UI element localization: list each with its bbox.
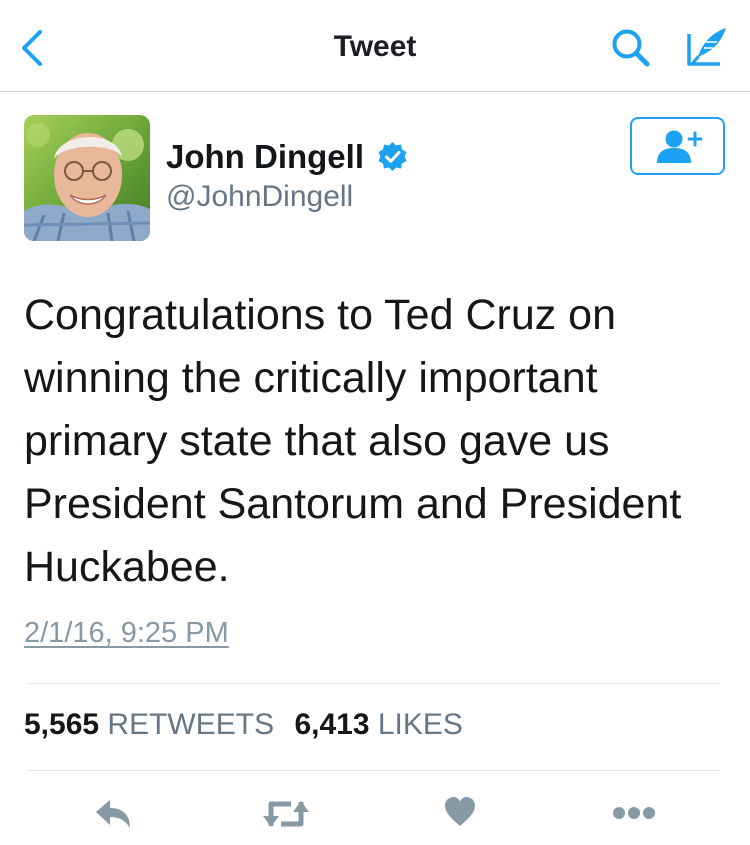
divider-bottom — [28, 770, 720, 771]
profile-photo — [24, 115, 150, 241]
search-icon — [612, 29, 650, 67]
author-handle[interactable]: @JohnDingell — [166, 180, 353, 214]
reply-icon — [96, 800, 130, 828]
search-button[interactable] — [609, 26, 655, 72]
likes-count[interactable]: 6,413 — [294, 708, 369, 741]
compose-button[interactable] — [684, 24, 730, 70]
tweet-stats: 5,565 RETWEETS 6,413 LIKES — [24, 708, 475, 742]
avatar[interactable] — [24, 115, 150, 241]
like-button[interactable] — [443, 795, 477, 834]
divider-top — [28, 683, 720, 684]
like-icon — [445, 797, 475, 826]
compose-quill-icon — [687, 28, 726, 66]
action-bar — [0, 790, 750, 840]
follow-button[interactable] — [630, 117, 725, 175]
reply-button[interactable] — [92, 796, 134, 837]
more-button[interactable] — [612, 806, 656, 825]
retweet-icon — [263, 801, 309, 827]
likes-label[interactable]: LIKES — [378, 708, 463, 741]
retweet-button[interactable] — [261, 796, 311, 837]
follow-user-plus-icon — [657, 130, 703, 163]
tweet-timestamp[interactable]: 2/1/16, 9:25 PM — [24, 617, 229, 650]
tweet-text: Congratulations to Ted Cruz on winning t… — [24, 291, 682, 591]
nav-bar: Tweet — [0, 0, 750, 92]
verified-badge-icon — [377, 141, 408, 172]
retweets-count[interactable]: 5,565 — [24, 708, 99, 741]
retweets-label[interactable]: RETWEETS — [107, 708, 274, 741]
author-name[interactable]: John Dingell — [166, 138, 364, 176]
more-icon — [613, 807, 655, 819]
